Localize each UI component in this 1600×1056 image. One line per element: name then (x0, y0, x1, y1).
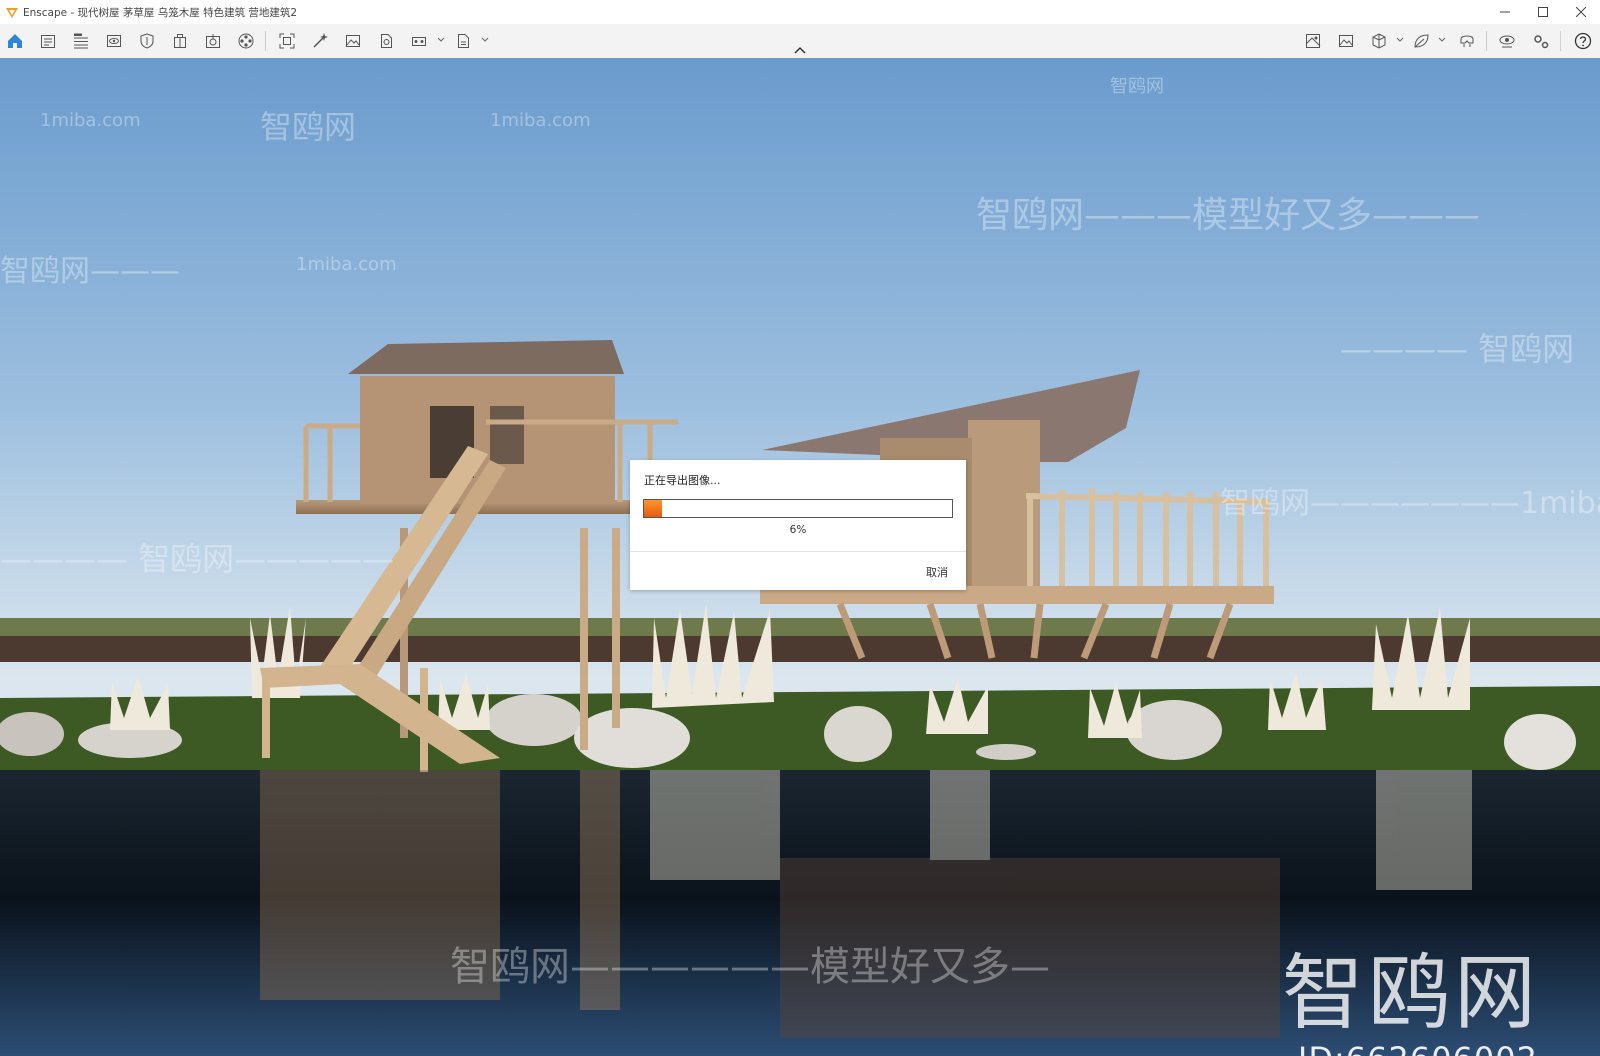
chevron-down-icon[interactable] (1396, 36, 1404, 44)
title-bar: Enscape - 现代树屋 茅草屋 乌笼木屋 特色建筑 营地建筑2 (0, 0, 1600, 24)
settings-button[interactable] (1530, 30, 1552, 52)
magic-wand-icon (313, 33, 328, 48)
watermark-text: 智鸥网 (1110, 76, 1164, 97)
close-button[interactable] (1562, 0, 1600, 24)
watermark-text: 智鸥网———————1miba.com (1220, 486, 1600, 521)
export-file-icon (381, 34, 392, 48)
panorama-button[interactable] (408, 30, 430, 52)
image-icon (346, 35, 360, 47)
watermark-text: 1miba.com (40, 110, 141, 131)
view-settings-button[interactable] (1496, 30, 1518, 52)
cube-button[interactable] (1368, 30, 1390, 52)
chevron-down-icon[interactable] (1438, 36, 1446, 44)
dialog-title: 正在导出图像... (644, 474, 721, 487)
watermark-text: 智鸥网———模型好又多——— (976, 195, 1481, 236)
watermark-text: 智鸥网 (260, 108, 357, 146)
settings-icon (1534, 35, 1549, 49)
asset-library-icon (206, 34, 220, 48)
chevron-down-icon[interactable] (481, 36, 489, 44)
toolbar-separator (1560, 31, 1561, 51)
document-icon (41, 35, 55, 48)
magic-wand-button[interactable] (309, 30, 331, 52)
watermark-text: ———— 智鸥网 (1340, 330, 1575, 368)
minimize-icon (1500, 11, 1510, 13)
dialog-divider (630, 551, 966, 552)
maximize-icon (1538, 7, 1548, 17)
document-button[interactable] (37, 30, 59, 52)
batch-export-button[interactable] (452, 30, 474, 52)
export-file-button[interactable] (375, 30, 397, 52)
home-button[interactable] (4, 30, 26, 52)
watermark-text: 智鸥网——— (0, 254, 180, 289)
shield-icon (140, 33, 154, 49)
watermark-text: 智鸥网——————模型好又多— (450, 944, 1050, 990)
home-icon (8, 34, 22, 48)
bim-icon (74, 33, 88, 49)
progress-bar-fill (644, 500, 663, 517)
progress-bar (643, 499, 953, 518)
gallery-button[interactable] (1335, 30, 1357, 52)
watermark-brand: 智鸥网 (1281, 946, 1540, 1041)
vr-headset-button[interactable] (1456, 30, 1478, 52)
building-icon (174, 34, 186, 48)
watermark-text: ———— 智鸥网————— (0, 540, 395, 578)
vr-headset-icon (1460, 35, 1474, 47)
export-progress-dialog: 正在导出图像... 6% 取消 (630, 460, 966, 590)
cube-icon (1372, 33, 1386, 49)
building-button[interactable] (169, 30, 191, 52)
shield-button[interactable] (136, 30, 158, 52)
watermark-text: 1miba.com (296, 254, 397, 275)
help-button[interactable] (1572, 30, 1594, 52)
maximize-button[interactable] (1524, 0, 1562, 24)
batch-export-icon (458, 34, 469, 48)
panorama-icon (412, 37, 426, 46)
gallery-icon (1339, 35, 1353, 47)
image-button[interactable] (342, 30, 364, 52)
video-reel-button[interactable] (235, 30, 257, 52)
bim-button[interactable] (70, 30, 92, 52)
eye-preview-icon (107, 35, 121, 47)
toolbar-separator (265, 31, 266, 51)
preview-button[interactable] (103, 30, 125, 52)
screenshot-icon (279, 33, 295, 49)
window-controls (1486, 0, 1600, 24)
map-icon (1305, 34, 1321, 48)
toolbar-separator (1486, 31, 1487, 51)
screenshot-button[interactable] (276, 30, 298, 52)
watermark-id: ID:662606002 (1298, 1040, 1538, 1056)
leaf-button[interactable] (1410, 30, 1432, 52)
enscape-logo-icon (6, 8, 18, 18)
window-title: Enscape - 现代树屋 茅草屋 乌笼木屋 特色建筑 营地建筑2 (23, 6, 298, 19)
chevron-down-icon[interactable] (437, 36, 445, 44)
help-icon (1574, 32, 1592, 50)
map-button[interactable] (1302, 30, 1324, 52)
reel-icon (238, 33, 254, 49)
asset-library-button[interactable] (202, 30, 224, 52)
leaf-icon (1414, 34, 1429, 48)
watermark-text: 1miba.com (490, 110, 591, 131)
collapse-toolbar-icon[interactable] (792, 44, 808, 56)
minimize-button[interactable] (1486, 0, 1524, 24)
close-icon (1576, 7, 1586, 17)
view-settings-icon (1499, 35, 1515, 48)
progress-percent: 6% (789, 524, 807, 536)
cancel-button[interactable]: 取消 (926, 564, 948, 580)
